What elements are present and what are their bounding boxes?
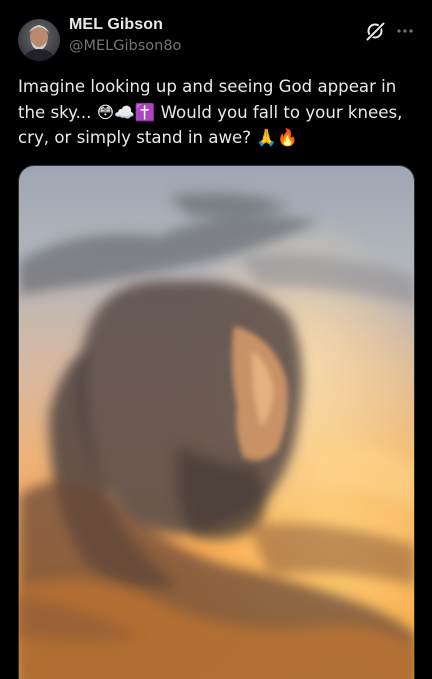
more-icon[interactable] xyxy=(394,20,416,42)
author-display-name[interactable]: MEL Gibson xyxy=(69,16,163,34)
author-handle[interactable]: @MELGibson8o xyxy=(69,38,181,54)
tweet-text-line: Imagine looking up and seeing God appear… xyxy=(18,77,397,96)
avatar[interactable] xyxy=(18,19,60,61)
tweet-text-line: cry, or simply stand in awe? 🙏🔥 xyxy=(18,128,298,147)
tweet: MEL Gibson @MELGibson8o Imagine looking … xyxy=(0,0,432,679)
grok-icon[interactable] xyxy=(364,20,386,42)
tweet-text-line: the sky... 😳☁️✝️ Would you fall to your … xyxy=(18,102,403,122)
tweet-media-image[interactable] xyxy=(18,165,415,679)
tweet-text: Imagine looking up and seeing God appear… xyxy=(18,74,418,151)
